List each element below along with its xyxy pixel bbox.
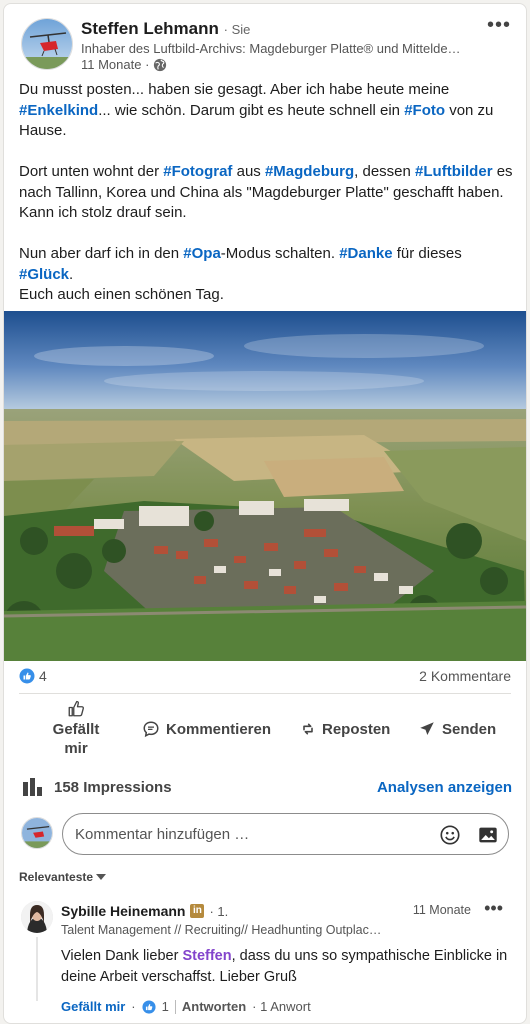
text-span: ... wie schön. Darum gibt es heute schne… [98,101,405,119]
comment-item: Sybille Heinemann in · 1. Talent Managem… [19,897,511,1022]
text-span: Euch auch einen schönen Tag. [19,286,224,303]
hashtag-danke[interactable]: #Danke [339,245,392,262]
bar-chart-icon [23,778,42,796]
text-span: -Modus schalten. [220,245,340,262]
hashtag-luftbilder[interactable]: #Luftbilder [415,163,493,180]
comment-button[interactable]: Kommentieren [142,720,271,738]
send-label: Senden [442,720,497,738]
hashtag-enkelkind[interactable]: #Enkelkind [19,102,98,119]
repost-button[interactable]: Reposten [300,720,390,738]
text-span: Vielen Dank lieber [61,948,183,964]
premium-badge-icon: in [190,904,205,918]
hashtag-foto[interactable]: #Foto [404,102,445,119]
repost-icon [303,723,313,735]
like-reaction-icon [142,999,156,1014]
comment-icon [143,721,159,738]
comment-time: 11 Monate [412,903,471,917]
connection-degree: · 1. [209,903,229,919]
text-span: , dessen [354,163,416,180]
like-reaction-icon [19,668,35,684]
comment-more-icon[interactable]: ••• [484,898,503,919]
sort-label: Relevanteste [19,870,94,884]
author-headline: Inhaber des Luftbild-Archivs: Magdeburge… [81,41,461,56]
send-icon [420,722,434,735]
reactions-count[interactable]: 4 [19,668,47,684]
comments-count[interactable]: 2 Kommentare [419,668,511,684]
view-analytics-link[interactable]: Analysen anzeigen [377,779,512,796]
hashtag-fotograf[interactable]: #Fotograf [163,163,232,180]
comment-label: Kommentieren [166,720,272,738]
like-label: Gefällt mir [52,721,100,757]
you-label: · Sie [223,22,251,37]
mention-steffen[interactable]: Steffen [182,948,231,964]
commenter-headline: Talent Management // Recruiting// Headhu… [61,923,382,937]
comment-actions: Gefällt mir · 1 Antworten · 1 Anwort [61,999,311,1014]
author-name-text[interactable]: Steffen Lehmann [81,19,219,38]
hashtag-opa[interactable]: #Opa [183,245,221,262]
my-avatar [21,817,53,849]
globe-icon [154,58,167,71]
post-paragraph-1: Du musst posten... haben sie gesagt. Abe… [19,80,514,142]
text-span: für dieses [392,245,462,262]
social-counts: 4 2 Kommentare [19,666,511,690]
commenter-name[interactable]: Sybille Heinemann in · 1. [61,903,228,919]
commenter-name-text: Sybille Heinemann [61,903,186,919]
thread-line [36,937,38,1001]
comment-text: Vielen Dank lieber Steffen, dass du uns … [61,946,509,988]
post-image[interactable] [4,311,526,661]
author-name[interactable]: Steffen Lehmann · Sie [81,19,250,39]
separator [174,999,176,1014]
post-meta: 11 Monate · [81,57,167,72]
likes-number: 4 [39,668,47,684]
thumbs-up-icon [68,700,84,717]
commenter-avatar[interactable] [21,901,53,933]
text-span: . [69,265,74,283]
text-span: Dort unten wohnt der [19,163,164,180]
author-avatar[interactable] [21,18,73,70]
comment-box [19,811,511,857]
comment-like-button[interactable]: Gefällt mir [61,999,125,1014]
post-paragraph-3: Nun aber darf ich in den #Opa-Modus scha… [19,244,514,306]
impressions-row: 158 Impressions Analysen anzeigen [22,776,512,800]
text-span: Nun aber darf ich in den [19,245,184,262]
reply-button[interactable]: Antworten [182,999,246,1014]
comment-like-count: 1 [161,999,169,1014]
post-card: Steffen Lehmann · Sie Inhaber des Luftbi… [3,3,527,1024]
impressions-label: 158 Impressions [54,778,172,796]
text-span: Du musst posten... haben sie gesagt. Abe… [19,81,450,98]
hashtag-magdeburg[interactable]: #Magdeburg [265,163,354,180]
post-header: Steffen Lehmann · Sie Inhaber des Luftbi… [19,14,513,74]
post-paragraph-2: Dort unten wohnt der #Fotograf aus #Magd… [19,162,514,224]
text-span: aus [232,163,265,180]
sort-dropdown[interactable]: Relevanteste [19,870,107,884]
image-icon[interactable] [477,824,499,846]
reply-count[interactable]: · 1 Anwort [252,999,311,1014]
post-body: Du musst posten... haben sie gesagt. Abe… [19,80,514,306]
emoji-icon[interactable] [439,824,461,846]
more-options-icon[interactable]: ••• [487,14,511,37]
hashtag-glueck[interactable]: #Glück [19,266,69,283]
like-button[interactable]: Gefällt mir [46,700,106,758]
divider [19,693,511,694]
send-button[interactable]: Senden [418,720,496,738]
separator-dot: · [131,999,136,1014]
impressions[interactable]: 158 Impressions [22,778,172,796]
post-time: 11 Monate · [81,57,150,72]
repost-label: Reposten [322,720,391,738]
post-actions: Gefällt mir Kommentieren Reposten Senden [4,698,526,764]
caret-down-icon [96,874,107,880]
